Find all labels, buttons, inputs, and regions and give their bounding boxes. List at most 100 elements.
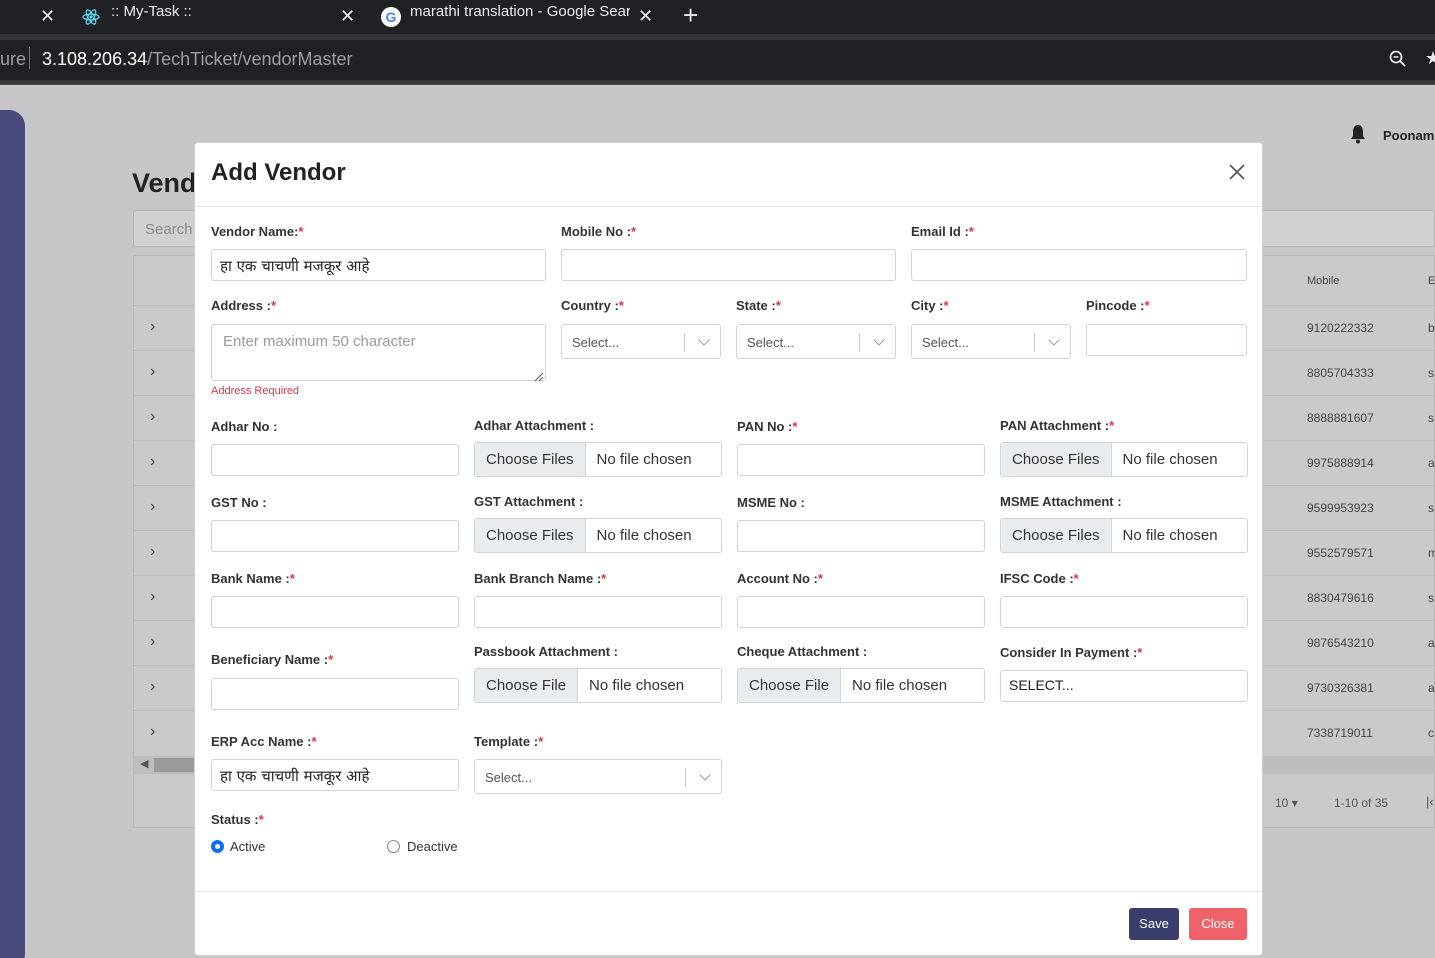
address-label: Address :* [211,298,277,313]
address-textarea[interactable]: Enter maximum 50 character [211,324,546,381]
adhar-no-input[interactable] [211,444,459,476]
page-title: Vend [132,168,197,198]
scroll-left-icon[interactable]: ◀ [140,757,148,770]
pincode-label: Pincode :* [1086,298,1150,313]
close-icon[interactable] [1226,161,1248,183]
expand-icon[interactable]: › [150,498,155,516]
rows-per-page-select[interactable]: 10 ▾ [1275,796,1298,810]
status-deactive-radio[interactable] [387,840,400,853]
status-active-label[interactable]: Active [230,839,265,854]
account-no-label: Account No :* [737,571,823,586]
email-id-input[interactable] [911,249,1247,281]
erp-acc-name-input[interactable]: हा एक चाचणी मजकूर आहे [211,759,459,791]
account-no-input[interactable] [737,596,985,628]
add-vendor-modal: Add Vendor Vendor Name:* हा एक चाचणी मजक… [194,142,1263,956]
ifsc-code-input[interactable] [1000,596,1248,628]
scrollbar-thumb[interactable] [154,758,196,772]
chevron-down-icon [699,769,711,781]
new-tab-icon[interactable]: + [683,0,698,31]
msme-attachment-label: MSME Attachment : [1000,494,1122,509]
zoom-icon[interactable] [1389,50,1407,68]
bank-name-input[interactable] [211,596,459,628]
expand-icon[interactable]: › [150,363,155,381]
chevron-down-icon [1048,334,1060,346]
ifsc-code-label: IFSC Code :* [1000,571,1079,586]
beneficiary-name-label: Beneficiary Name :* [211,652,334,667]
modal-footer-divider [195,891,1262,892]
adhar-attachment-label: Adhar Attachment : [474,418,595,433]
gst-attachment-label: GST Attachment : [474,494,584,509]
sidebar [0,110,25,958]
mobile-no-label: Mobile No :* [561,224,637,239]
status-label: Status :* [211,812,264,827]
country-select[interactable]: Select... [561,324,721,359]
state-label: State :* [736,298,781,313]
state-select[interactable]: Select... [736,324,896,359]
template-select[interactable]: Select... [474,759,722,794]
close-button[interactable]: Close [1189,908,1247,940]
chevron-down-icon [698,334,710,346]
first-page-icon[interactable]: |‹ [1426,794,1434,809]
user-name[interactable]: Poonam [1383,128,1434,143]
resize-handle-icon[interactable] [534,369,544,382]
status-deactive-label[interactable]: Deactive [407,839,458,854]
email-id-label: Email Id :* [911,224,974,239]
column-header-mobile: Mobile [1307,275,1340,287]
vendor-name-label: Vendor Name:* [211,224,304,239]
pan-attachment-label: PAN Attachment :* [1000,418,1115,433]
gst-file-input[interactable]: Choose Files No file chosen [474,518,722,553]
msme-file-input[interactable]: Choose Files No file chosen [1000,518,1248,553]
status-active-radio[interactable] [211,840,224,853]
beneficiary-name-input[interactable] [211,678,459,710]
pan-no-input[interactable] [737,444,985,476]
expand-icon[interactable]: › [150,318,155,336]
browser-tab-bar: ✕ :: My-Task :: ✕ G marathi translation … [0,0,1435,34]
modal-header: Add Vendor [195,143,1262,207]
close-tab-icon[interactable]: ✕ [638,6,653,27]
chevron-down-icon [873,334,885,346]
gst-no-input[interactable] [211,520,459,552]
bank-name-label: Bank Name :* [211,571,295,586]
close-tab-icon[interactable]: ✕ [340,6,355,27]
expand-icon[interactable]: › [150,453,155,471]
url-text[interactable]: ure 3.108.206.34/TechTicket/vendorMaster [0,47,353,70]
expand-icon[interactable]: › [150,678,155,696]
tab-google-search[interactable]: G marathi translation - Google Sear ✕ [370,0,665,34]
bookmark-star-icon[interactable]: ★ [1425,48,1435,69]
bank-branch-input[interactable] [474,596,722,628]
react-icon [82,8,100,26]
expand-icon[interactable]: › [150,408,155,426]
expand-icon[interactable]: › [150,588,155,606]
tab-title: :: My-Task :: [111,3,192,20]
adhar-file-input[interactable]: Choose Files No file chosen [474,442,722,477]
close-tab-icon[interactable]: ✕ [40,6,55,27]
google-icon: G [381,7,401,27]
passbook-attachment-label: Passbook Attachment : [474,644,618,659]
bell-icon[interactable] [1350,124,1366,144]
msme-no-label: MSME No : [737,495,805,510]
tab-title: marathi translation - Google Sear [410,3,630,20]
column-header-email: E [1428,275,1435,287]
pan-file-input[interactable]: Choose Files No file chosen [1000,442,1248,477]
expand-icon[interactable]: › [150,633,155,651]
cheque-file-input[interactable]: Choose File No file chosen [737,668,985,703]
modal-title: Add Vendor [211,159,346,186]
address-error: Address Required [211,385,300,397]
template-label: Template :* [474,734,544,749]
pan-no-label: PAN No :* [737,419,798,434]
erp-acc-name-label: ERP Acc Name :* [211,734,317,749]
expand-icon[interactable]: › [150,543,155,561]
pincode-input[interactable] [1086,324,1247,356]
vendor-name-input[interactable]: हा एक चाचणी मजकूर आहे [211,249,546,281]
city-select[interactable]: Select... [911,324,1071,359]
expand-icon[interactable]: › [150,723,155,741]
passbook-file-input[interactable]: Choose File No file chosen [474,668,722,703]
bank-branch-label: Bank Branch Name :* [474,571,607,586]
consider-in-payment-label: Consider In Payment :* [1000,645,1143,660]
cheque-attachment-label: Cheque Attachment : [737,644,868,659]
consider-in-payment-select[interactable]: SELECT... [1000,670,1248,702]
tab-my-task[interactable]: :: My-Task :: ✕ [68,0,366,34]
save-button[interactable]: Save [1129,908,1179,940]
mobile-no-input[interactable] [561,249,896,281]
msme-no-input[interactable] [737,520,985,552]
